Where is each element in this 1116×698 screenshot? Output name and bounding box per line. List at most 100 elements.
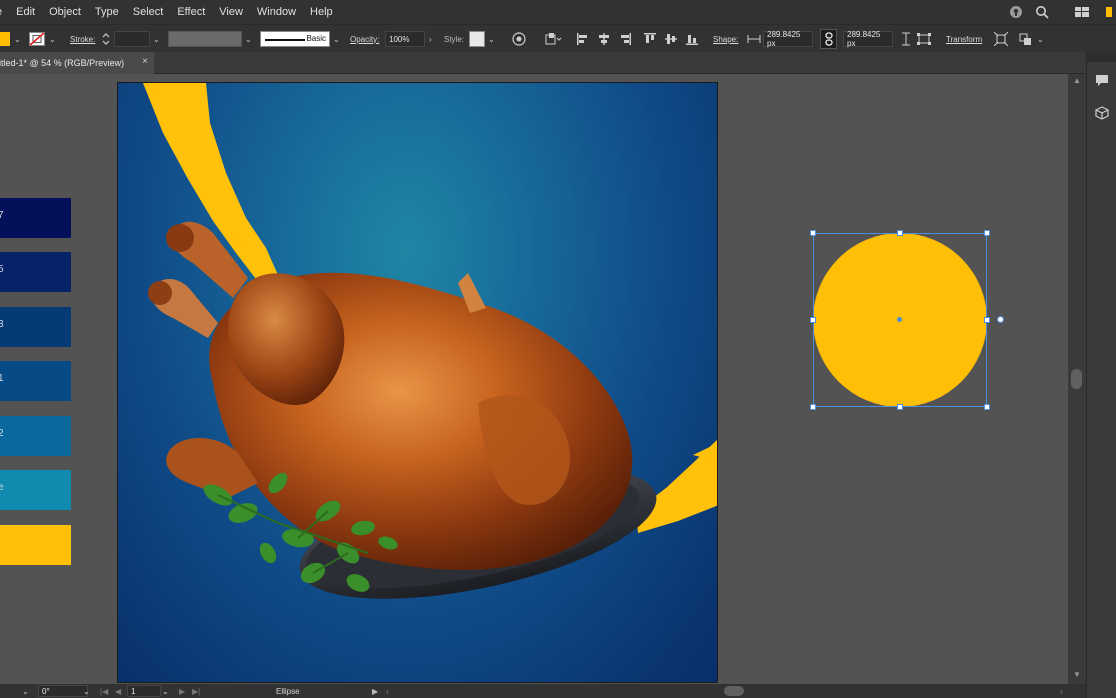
opacity-field[interactable]: 100% bbox=[385, 25, 425, 53]
scroll-left-icon[interactable]: ‹ bbox=[386, 684, 389, 698]
share-icon[interactable] bbox=[1100, 4, 1116, 20]
align-horizontal-center-icon[interactable] bbox=[598, 25, 610, 53]
shape-height-value[interactable]: 289.8425 px bbox=[843, 30, 893, 48]
align-top-icon[interactable] bbox=[644, 25, 656, 53]
document-tab[interactable]: itled-1* @ 54 % (RGB/Preview) × bbox=[0, 52, 154, 74]
menu-window[interactable]: Window bbox=[250, 6, 303, 18]
stroke-dropdown-icon[interactable]: ⌄ bbox=[49, 25, 56, 53]
vertical-scroll-thumb[interactable] bbox=[1071, 369, 1082, 389]
last-artboard-icon[interactable]: ▶| bbox=[192, 684, 200, 698]
selected-ellipse[interactable] bbox=[810, 230, 1004, 413]
stroke-label[interactable]: Stroke: bbox=[70, 25, 95, 53]
resize-handle-top-left[interactable] bbox=[810, 230, 816, 236]
scroll-down-icon[interactable]: ▼ bbox=[1073, 670, 1081, 679]
variable-width-dropdown-icon: ⌄ bbox=[245, 34, 252, 44]
constrain-proportions-icon[interactable] bbox=[820, 25, 837, 53]
swatch-royal-blue[interactable]: 3 bbox=[0, 307, 71, 347]
opacity-label[interactable]: Opacity: bbox=[350, 25, 379, 53]
stroke-weight-field[interactable] bbox=[114, 25, 150, 53]
variable-width-profile[interactable] bbox=[168, 25, 242, 53]
menu-effect[interactable]: Effect bbox=[170, 6, 212, 18]
artboard-number-field[interactable]: 1 bbox=[127, 684, 161, 698]
artboard[interactable] bbox=[117, 82, 718, 683]
opacity-arrow-icon[interactable]: › bbox=[429, 25, 432, 53]
resize-handle-right[interactable] bbox=[984, 317, 990, 323]
workspace-switcher-icon[interactable] bbox=[1074, 4, 1090, 20]
horizontal-scroll-thumb[interactable] bbox=[724, 686, 744, 696]
swatch-ocean-blue[interactable]: 2 bbox=[0, 416, 71, 456]
fill-dropdown-icon[interactable]: ⌄ bbox=[14, 25, 21, 53]
next-artboard-icon[interactable]: ▶ bbox=[179, 684, 185, 698]
rotate-dropdown-icon[interactable]: ⌄ bbox=[83, 684, 90, 698]
brush-definition[interactable]: Basic bbox=[260, 25, 330, 53]
fill-swatch[interactable] bbox=[0, 25, 10, 53]
resize-handle-bottom-right[interactable] bbox=[984, 404, 990, 410]
roast-chicken-artwork[interactable] bbox=[118, 83, 718, 683]
3d-materials-icon[interactable] bbox=[1092, 103, 1112, 123]
shape-width-value[interactable]: 289.8425 px bbox=[763, 30, 813, 48]
search-icon[interactable] bbox=[1034, 4, 1050, 20]
stroke-weight-stepper[interactable] bbox=[102, 25, 110, 53]
center-point[interactable] bbox=[897, 317, 902, 322]
vertical-scrollbar[interactable]: ▲ ▼ bbox=[1068, 74, 1086, 684]
canvas[interactable]: 7 5 3 1 2 e bbox=[0, 74, 1068, 684]
height-icon bbox=[901, 25, 911, 53]
artboard-number-value[interactable]: 1 bbox=[127, 685, 161, 697]
resize-handle-top-right[interactable] bbox=[984, 230, 990, 236]
stroke-weight-dropdown-icon[interactable]: ⌄ bbox=[153, 25, 160, 53]
document-tab-title: itled-1* @ 54 % (RGB/Preview) bbox=[0, 58, 125, 68]
arrange-dropdown-icon[interactable]: ⌄ bbox=[1037, 25, 1044, 53]
align-vertical-center-icon[interactable] bbox=[665, 25, 677, 53]
pie-widget-handle[interactable] bbox=[997, 316, 1004, 323]
menu-file[interactable]: e bbox=[0, 6, 9, 18]
menu-right-icons bbox=[1008, 0, 1116, 24]
scroll-right-icon[interactable]: › bbox=[1060, 684, 1063, 698]
align-bottom-icon[interactable] bbox=[686, 25, 698, 53]
menu-help[interactable]: Help bbox=[303, 6, 340, 18]
resize-handle-top[interactable] bbox=[897, 230, 903, 236]
opacity-value[interactable]: 100% bbox=[385, 31, 425, 47]
first-artboard-icon[interactable]: |◀ bbox=[100, 684, 108, 698]
recolor-artwork-icon[interactable] bbox=[512, 25, 526, 53]
shape-height-field[interactable]: 289.8425 px bbox=[843, 25, 893, 53]
rotate-view-field[interactable]: 0° bbox=[38, 684, 88, 698]
swatch-label: 3 bbox=[0, 319, 4, 330]
swatch-navy[interactable]: 7 bbox=[0, 198, 71, 238]
stroke-none-swatch[interactable] bbox=[29, 25, 45, 53]
swatch-label: 1 bbox=[0, 373, 4, 384]
menu-object[interactable]: Object bbox=[42, 6, 88, 18]
swatch-deep-blue[interactable]: 5 bbox=[0, 252, 71, 292]
transform-label[interactable]: Transform bbox=[946, 25, 982, 53]
graphic-style-swatch[interactable] bbox=[469, 25, 485, 53]
comments-icon[interactable] bbox=[1092, 70, 1112, 90]
resize-handle-left[interactable] bbox=[810, 317, 816, 323]
shape-label[interactable]: Shape: bbox=[713, 25, 738, 53]
bounding-box-icon[interactable] bbox=[917, 25, 931, 53]
arrange-icon[interactable] bbox=[1019, 25, 1033, 53]
align-left-icon[interactable] bbox=[577, 25, 589, 53]
rotate-view-value[interactable]: 0° bbox=[38, 685, 88, 697]
previous-artboard-icon[interactable]: ◀ bbox=[115, 684, 121, 698]
brush-dropdown-icon[interactable]: ⌄ bbox=[333, 25, 340, 53]
swatch-blue[interactable]: 1 bbox=[0, 361, 71, 401]
align-to-icon[interactable] bbox=[545, 25, 563, 53]
resize-handle-bottom-left[interactable] bbox=[810, 404, 816, 410]
discover-icon[interactable] bbox=[1008, 4, 1024, 20]
shape-width-field[interactable]: 289.8425 px bbox=[763, 25, 813, 53]
status-menu-arrow-icon[interactable]: ▶ bbox=[372, 684, 378, 698]
isolate-icon[interactable] bbox=[994, 25, 1008, 53]
artboard-dropdown-icon[interactable]: ⌄ bbox=[162, 684, 169, 698]
zoom-dropdown-icon[interactable]: ⌄ bbox=[22, 684, 29, 698]
resize-handle-bottom[interactable] bbox=[897, 404, 903, 410]
menu-type[interactable]: Type bbox=[88, 6, 126, 18]
menu-view[interactable]: View bbox=[212, 6, 250, 18]
close-tab-icon[interactable]: × bbox=[142, 56, 148, 67]
menu-edit[interactable]: Edit bbox=[9, 6, 42, 18]
menu-select[interactable]: Select bbox=[126, 6, 171, 18]
scroll-up-icon[interactable]: ▲ bbox=[1073, 76, 1081, 85]
style-dropdown-icon[interactable]: ⌄ bbox=[488, 25, 495, 53]
align-right-icon[interactable] bbox=[619, 25, 631, 53]
dock-grip[interactable] bbox=[1087, 52, 1116, 62]
swatch-yellow[interactable] bbox=[0, 525, 71, 565]
swatch-teal[interactable]: e bbox=[0, 470, 71, 510]
